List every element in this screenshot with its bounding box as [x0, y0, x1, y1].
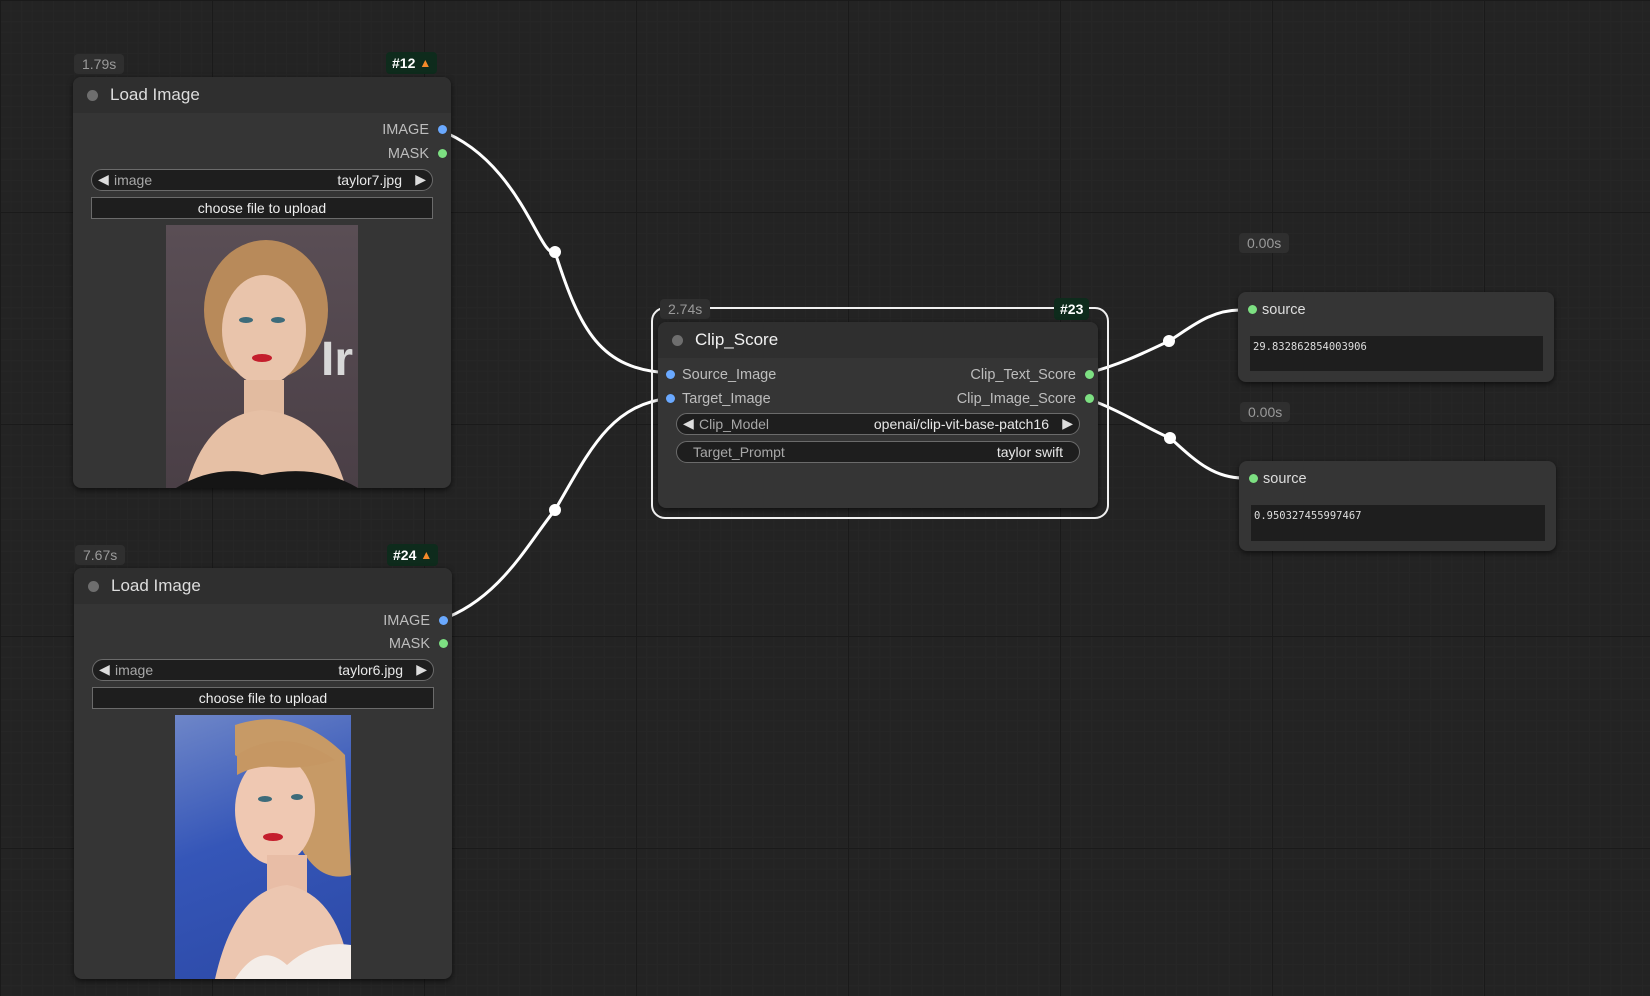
- field-label: Target_Prompt: [693, 444, 785, 460]
- input-source[interactable]: source: [1248, 300, 1306, 320]
- image-combo[interactable]: ◀ image taylor6.jpg ▶: [92, 659, 434, 681]
- node-id: #12: [392, 55, 416, 71]
- output-label: IMAGE: [383, 613, 430, 629]
- arrow-right-icon[interactable]: ▶: [415, 171, 426, 188]
- input-port-icon[interactable]: [1249, 474, 1258, 483]
- input-source[interactable]: source: [1249, 469, 1307, 489]
- input-port-icon[interactable]: [666, 370, 675, 379]
- execution-time-badge: 0.00s: [1239, 233, 1290, 253]
- svg-text:Ir: Ir: [321, 333, 353, 386]
- load-image-node[interactable]: Load Image IMAGE MASK ◀ image taylor7.jp…: [73, 77, 451, 488]
- input-label: source: [1263, 471, 1307, 487]
- input-port-icon[interactable]: [1248, 305, 1257, 314]
- input-label: Source_Image: [682, 367, 777, 383]
- collapse-dot-icon[interactable]: [672, 334, 683, 346]
- combo-value: openai/clip-vit-base-patch16: [873, 416, 1049, 432]
- node-id-badge: #24 ▲: [387, 544, 439, 566]
- clip-score-node[interactable]: Clip_Score Source_Image Target_Image Cli…: [658, 322, 1098, 508]
- output-image[interactable]: IMAGE: [383, 611, 448, 631]
- input-source-image[interactable]: Source_Image: [666, 365, 777, 385]
- combo-label: image: [114, 172, 153, 188]
- upload-button[interactable]: choose file to upload: [91, 197, 433, 219]
- arrow-right-icon[interactable]: ▶: [416, 661, 427, 678]
- output-port-icon[interactable]: [438, 125, 447, 134]
- display-image-score-node[interactable]: source 0.950327455997467: [1239, 461, 1556, 551]
- portrait-illustration: [215, 719, 351, 979]
- output-clip-image-score[interactable]: Clip_Image_Score: [956, 389, 1094, 409]
- output-label: MASK: [387, 146, 429, 162]
- fox-icon: ▲: [419, 56, 432, 70]
- clip-model-combo[interactable]: ◀ Clip_Model openai/clip-vit-base-patch1…: [676, 413, 1080, 435]
- output-port-icon[interactable]: [1085, 370, 1094, 379]
- execution-time-badge: 0.00s: [1240, 402, 1291, 422]
- upload-button[interactable]: choose file to upload: [92, 687, 434, 709]
- combo-value: taylor6.jpg: [338, 662, 403, 678]
- score-readout[interactable]: 29.832862854003906: [1250, 336, 1543, 371]
- node-header[interactable]: Clip_Score: [658, 322, 1098, 358]
- combo-label: Clip_Model: [699, 416, 770, 432]
- output-port-icon[interactable]: [439, 616, 448, 625]
- link-midpoint[interactable]: [1164, 432, 1176, 444]
- arrow-left-icon[interactable]: ◀: [98, 171, 109, 188]
- arrow-right-icon[interactable]: ▶: [1062, 415, 1073, 432]
- node-title: Clip_Score: [695, 330, 779, 349]
- output-label: Clip_Image_Score: [956, 391, 1076, 407]
- output-label: IMAGE: [382, 122, 429, 138]
- node-title: Load Image: [110, 85, 200, 104]
- link-midpoint[interactable]: [1163, 335, 1175, 347]
- load-image-node[interactable]: Load Image IMAGE MASK ◀ image taylor6.jp…: [74, 568, 452, 979]
- output-label: Clip_Text_Score: [970, 367, 1076, 383]
- execution-time-badge: 7.67s: [75, 545, 126, 565]
- output-mask[interactable]: MASK: [388, 634, 448, 654]
- collapse-dot-icon[interactable]: [87, 89, 98, 101]
- output-mask[interactable]: MASK: [387, 144, 447, 164]
- combo-value: taylor7.jpg: [337, 172, 402, 188]
- node-header[interactable]: Load Image: [74, 568, 452, 604]
- output-label: MASK: [388, 636, 430, 652]
- node-header[interactable]: Load Image: [73, 77, 451, 113]
- arrow-left-icon[interactable]: ◀: [683, 415, 694, 432]
- node-id-badge: #23: [1054, 298, 1090, 320]
- field-value: taylor swift: [996, 444, 1063, 460]
- link-midpoint[interactable]: [549, 504, 561, 516]
- target-prompt-field[interactable]: Target_Prompt taylor swift: [676, 441, 1080, 463]
- image-preview: Ir: [166, 225, 358, 488]
- input-port-icon[interactable]: [666, 394, 675, 403]
- score-readout[interactable]: 0.950327455997467: [1251, 505, 1545, 541]
- output-port-icon[interactable]: [1085, 394, 1094, 403]
- node-id: #24: [393, 547, 417, 563]
- link-midpoint[interactable]: [549, 246, 561, 258]
- output-clip-text-score[interactable]: Clip_Text_Score: [970, 365, 1094, 385]
- collapse-dot-icon[interactable]: [88, 580, 99, 592]
- input-label: source: [1262, 302, 1306, 318]
- output-port-icon[interactable]: [438, 149, 447, 158]
- input-label: Target_Image: [682, 391, 771, 407]
- image-combo[interactable]: ◀ image taylor7.jpg ▶: [91, 169, 433, 191]
- input-target-image[interactable]: Target_Image: [666, 389, 771, 409]
- node-id-badge: #12 ▲: [386, 52, 438, 74]
- execution-time-badge: 2.74s: [660, 299, 711, 319]
- output-port-icon[interactable]: [439, 639, 448, 648]
- output-image[interactable]: IMAGE: [382, 120, 447, 140]
- image-preview: [175, 715, 351, 979]
- node-title: Load Image: [111, 576, 201, 595]
- portrait-illustration: Ir: [176, 240, 358, 488]
- arrow-left-icon[interactable]: ◀: [99, 661, 110, 678]
- execution-time-badge: 1.79s: [74, 54, 125, 74]
- display-text-score-node[interactable]: source 29.832862854003906: [1238, 292, 1554, 382]
- node-id: #23: [1060, 301, 1084, 317]
- fox-icon: ▲: [420, 548, 433, 562]
- combo-label: image: [115, 662, 154, 678]
